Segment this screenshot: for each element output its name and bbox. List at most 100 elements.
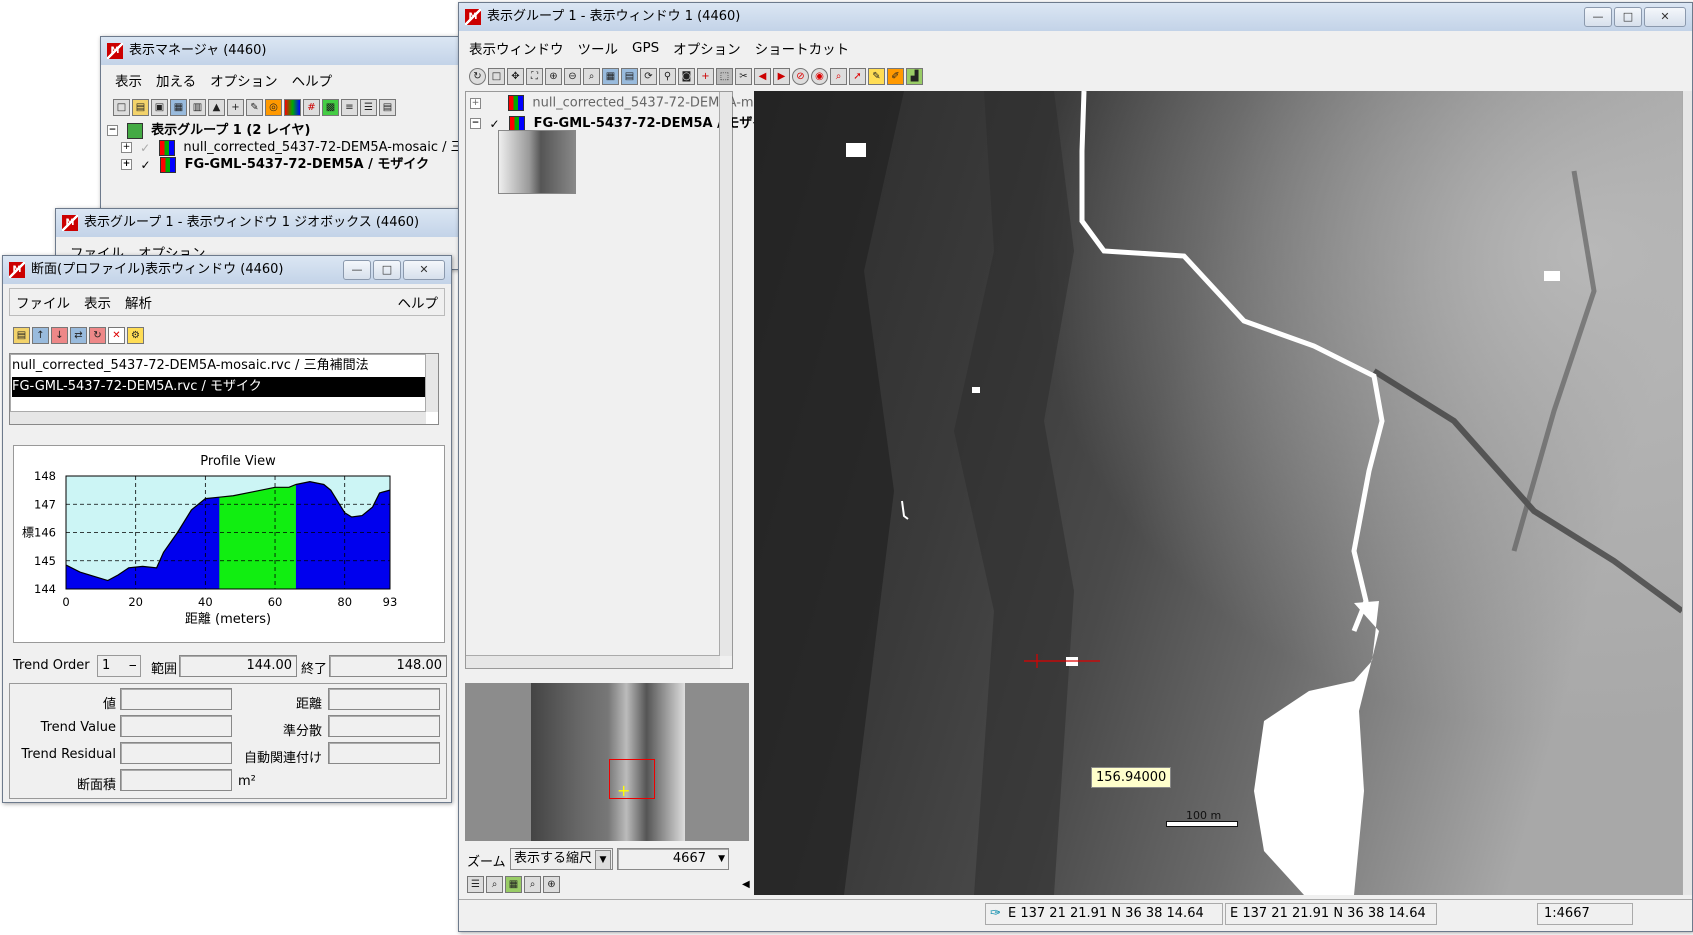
distance-field[interactable] xyxy=(328,688,440,710)
search-icon[interactable]: ⌕ xyxy=(830,68,847,85)
menu-help[interactable]: ヘルプ xyxy=(398,292,439,312)
close-icon[interactable]: ✕ xyxy=(403,260,445,280)
menu-shortcut[interactable]: ショートカット xyxy=(755,38,850,58)
export-icon[interactable]: ↓ xyxy=(51,327,68,344)
zoom-prev-icon[interactable]: ⌕ xyxy=(524,876,541,893)
map-view[interactable]: 156.94000 100 m xyxy=(754,91,1682,895)
value-field[interactable] xyxy=(120,688,232,710)
add-icon[interactable]: + xyxy=(697,68,714,85)
menu-options[interactable]: オプション xyxy=(673,38,741,58)
transfer-icon[interactable]: ⇄ xyxy=(70,327,87,344)
profile-titlebar[interactable]: M 断面(プロファイル)表示ウィンドウ (4460) — □ ✕ xyxy=(3,256,451,284)
trend-value-field[interactable] xyxy=(120,715,232,737)
add-layer-icon[interactable]: + xyxy=(227,99,244,116)
orange-icon[interactable]: ◎ xyxy=(265,99,282,116)
trend-order-select[interactable]: 1 ⎯ xyxy=(97,655,141,677)
collapse-icon[interactable]: − xyxy=(107,125,118,136)
new-icon[interactable]: □ xyxy=(113,99,130,116)
minimize-icon[interactable]: — xyxy=(343,260,371,280)
list-icon[interactable]: ☰ xyxy=(360,99,377,116)
profile-layer-item-1[interactable]: null_corrected_5437-72-DEM5A-mosaic.rvc … xyxy=(12,356,369,376)
redraw-icon[interactable]: ↻ xyxy=(469,68,486,85)
zoom-layer-icon[interactable]: ▦ xyxy=(505,876,522,893)
menu-help[interactable]: ヘルプ xyxy=(292,70,333,90)
unchecked-icon[interactable] xyxy=(489,97,501,109)
semivariance-field[interactable] xyxy=(328,715,440,737)
close-icon[interactable]: ✕ xyxy=(1644,7,1686,27)
layer-pane-vscrollbar[interactable] xyxy=(719,92,732,656)
collapse-arrow-icon[interactable]: ◀ xyxy=(742,879,750,890)
menu-add[interactable]: 加える xyxy=(156,70,196,90)
zoom-extent-icon[interactable]: ▦ xyxy=(602,68,619,85)
menu-display-window[interactable]: 表示ウィンドウ xyxy=(469,38,564,58)
menu-file[interactable]: ファイル xyxy=(16,292,70,312)
table-icon[interactable]: ≡ xyxy=(341,99,358,116)
zoom-value-field[interactable]: 4667 ▼ xyxy=(617,848,729,870)
maximize-icon[interactable]: □ xyxy=(373,260,401,280)
terrain-icon[interactable]: ▲ xyxy=(208,99,225,116)
layer-pane-hscrollbar[interactable] xyxy=(466,655,720,668)
target-icon[interactable]: ◉ xyxy=(811,68,828,85)
expand-icon[interactable]: + xyxy=(121,142,132,153)
checked-icon[interactable]: ✓ xyxy=(141,159,153,171)
menu-analysis[interactable]: 解析 xyxy=(125,292,152,312)
main-titlebar[interactable]: M 表示グループ 1 - 表示ウィンドウ 1 (4460) — □ ✕ xyxy=(459,3,1692,31)
zoom-box-icon[interactable]: ⌕ xyxy=(583,68,600,85)
range-end-field[interactable]: 148.00 xyxy=(329,655,447,677)
expand-icon[interactable]: + xyxy=(470,97,481,109)
display-manager-titlebar[interactable]: M 表示マネージャ (4460) xyxy=(101,37,461,65)
maximize-icon[interactable]: □ xyxy=(1614,7,1642,27)
geobox-titlebar[interactable]: M 表示グループ 1 - 表示ウィンドウ 1 ジオボックス (4460) xyxy=(56,209,461,237)
import-icon[interactable]: ↑ xyxy=(32,327,49,344)
menu-gps[interactable]: GPS xyxy=(632,40,659,56)
pencil-icon[interactable]: ✎ xyxy=(868,68,885,85)
expand-icon[interactable]: + xyxy=(121,159,132,170)
map-vscrollbar[interactable] xyxy=(1682,91,1692,895)
menu-view[interactable]: 表示 xyxy=(84,292,111,312)
layer-list-vscrollbar[interactable] xyxy=(425,354,438,412)
full-view-icon[interactable]: □ xyxy=(488,68,505,85)
legend-icon[interactable]: ☰ xyxy=(467,876,484,893)
fit-icon[interactable]: ⛶ xyxy=(526,68,543,85)
zoom-mode-select[interactable]: 表示する縮尺 ▼ xyxy=(510,848,613,870)
layer-zoom-icon[interactable]: ▤ xyxy=(621,68,638,85)
autocorrelation-field[interactable] xyxy=(328,742,440,764)
unchecked-icon[interactable]: ✓ xyxy=(140,142,152,154)
range-start-field[interactable]: 144.00 xyxy=(179,655,297,677)
menu-options[interactable]: オプション xyxy=(210,70,278,90)
no-icon[interactable]: ⊘ xyxy=(792,68,809,85)
save-icon[interactable]: ▣ xyxy=(151,99,168,116)
rgb-icon[interactable] xyxy=(284,99,301,116)
menu-display[interactable]: 表示 xyxy=(115,70,142,90)
grid-icon[interactable]: ▥ xyxy=(189,99,206,116)
trend-residual-field[interactable] xyxy=(120,742,232,764)
magnify-icon[interactable]: ⌕ xyxy=(486,876,503,893)
locator-view[interactable]: + xyxy=(465,683,749,841)
forward-icon[interactable]: ▶ xyxy=(773,68,790,85)
open-icon[interactable]: ▤ xyxy=(132,99,149,116)
zoom-fit-icon[interactable]: ⊕ xyxy=(543,876,560,893)
checked-icon[interactable]: ✓ xyxy=(490,118,502,130)
zoom-out-icon[interactable]: ⊖ xyxy=(564,68,581,85)
delete-icon[interactable]: ✕ xyxy=(108,327,125,344)
measure-icon[interactable]: ✂ xyxy=(735,68,752,85)
selected-segment[interactable] xyxy=(219,484,296,589)
open-icon[interactable]: ▤ xyxy=(13,327,30,344)
menu-tools[interactable]: ツール xyxy=(578,38,619,58)
zoom-in-icon[interactable]: ⊕ xyxy=(545,68,562,85)
profile-layer-item-selected[interactable]: FG-GML-5437-72-DEM5A.rvc / モザイク xyxy=(12,377,436,397)
pan-icon[interactable]: ✥ xyxy=(507,68,524,85)
grid-red-icon[interactable]: # xyxy=(303,99,320,116)
pointer-icon[interactable]: ⬚ xyxy=(716,68,733,85)
select-arrow-icon[interactable]: ➚ xyxy=(849,68,866,85)
layer-list-hscrollbar[interactable] xyxy=(10,411,426,424)
profile-chart[interactable]: Profile View 0 20 40 60 80 93 144 145 146 147 148 距離… xyxy=(14,446,444,642)
edit-icon[interactable]: ✐ xyxy=(887,68,904,85)
graph-icon[interactable]: ▟ xyxy=(906,68,923,85)
refresh-icon[interactable]: ↻ xyxy=(89,327,106,344)
camera-icon[interactable]: ◙ xyxy=(678,68,695,85)
back-icon[interactable]: ◀ xyxy=(754,68,771,85)
collapse-icon[interactable]: − xyxy=(470,118,481,129)
vector-icon[interactable]: ✎ xyxy=(246,99,263,116)
binoculars-icon[interactable]: ⚲ xyxy=(659,68,676,85)
